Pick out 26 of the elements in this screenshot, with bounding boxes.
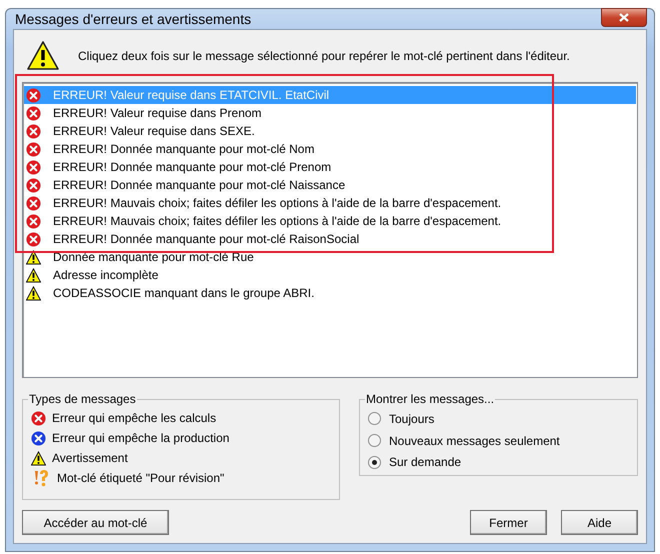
legend-label: Avertissement	[52, 451, 128, 465]
message-text: CODEASSOCIE manquant dans le groupe ABRI.	[53, 286, 314, 300]
message-text: ERREUR! Donnée manquante pour mot-clé Prenom	[53, 160, 332, 174]
message-text: ERREUR! Mauvais choix; faites défiler les options à l'aide de la barre d'espacement.	[53, 214, 502, 228]
legend-label: Erreur qui empêche la production	[52, 431, 230, 445]
legend-label: Erreur qui empêche les calculs	[52, 411, 216, 425]
message-text: ERREUR! Donnée manquante pour mot-clé Naissance	[53, 178, 346, 192]
radio-label[interactable]: Toujours	[389, 412, 434, 426]
message-text: Adresse incomplète	[53, 268, 158, 282]
message-text: ERREUR! Valeur requise dans ETATCIVIL. EtatCivil	[53, 88, 330, 102]
group-title: Types de messages	[28, 392, 137, 406]
message-text: ERREUR! Donnée manquante pour mot-clé RaisonSocial	[53, 232, 360, 246]
radio-label[interactable]: Sur demande	[389, 455, 462, 470]
close-dialog-button[interactable]: Fermer	[470, 510, 547, 535]
message-text: ERREUR! Donnée manquante pour mot-clé Nom	[53, 142, 314, 156]
window-title: Messages d'erreurs et avertissements	[14, 11, 252, 27]
help-button[interactable]: Aide	[561, 510, 638, 535]
group-title: Montrer les messages...	[365, 392, 496, 406]
message-text: Donnée manquante pour mot-clé Rue	[53, 250, 254, 264]
message-text: ERREUR! Valeur requise dans SEXE.	[53, 124, 255, 138]
radio-label[interactable]: Nouveaux messages seulement	[389, 434, 560, 448]
message-text: ERREUR! Mauvais choix; faites défiler les options à l'aide de la barre d'espacement.	[53, 196, 502, 210]
legend-label: Mot-clé étiqueté "Pour révision"	[57, 471, 224, 485]
goto-button[interactable]: Accéder au mot-clé	[22, 510, 169, 535]
message-text: ERREUR! Valeur requise dans Prenom	[53, 106, 262, 120]
instruction-text: Cliquez deux fois sur le message sélectionné pour repérer le mot-clé pertinent dans l'éditeur.	[78, 49, 570, 63]
